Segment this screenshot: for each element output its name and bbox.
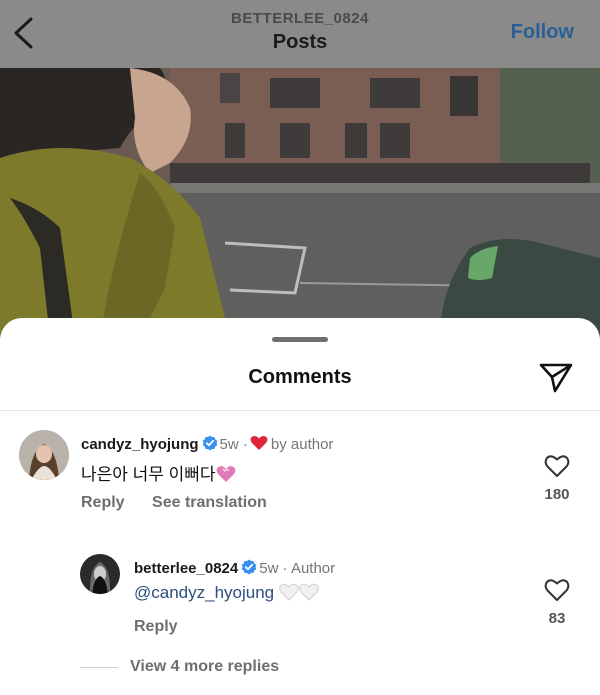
comment-username[interactable]: betterlee_0824 bbox=[134, 560, 238, 577]
white-heart-icon bbox=[279, 583, 299, 601]
liked-by-author-label: by author bbox=[270, 436, 334, 453]
avatar-image bbox=[80, 554, 120, 594]
heart-outline-icon[interactable] bbox=[544, 454, 570, 478]
heart-outline-icon[interactable] bbox=[544, 578, 570, 602]
comments-title: Comments bbox=[248, 366, 352, 388]
comments-sheet: Comments candyz_hyojung 5w · by author 나… bbox=[0, 318, 600, 695]
reply-button[interactable]: Reply bbox=[81, 494, 125, 511]
like-column: 83 bbox=[537, 578, 577, 627]
comment-actions: Reply See translation bbox=[81, 494, 290, 512]
white-heart-icon bbox=[299, 583, 319, 601]
see-translation-button[interactable]: See translation bbox=[152, 494, 267, 511]
comment-username[interactable]: candyz_hyojung bbox=[81, 436, 199, 453]
red-heart-icon bbox=[250, 435, 268, 450]
comment-body: 나은아 너무 이뻐다 bbox=[81, 465, 216, 484]
paper-plane-icon[interactable] bbox=[538, 360, 574, 394]
meta-separator: · bbox=[242, 436, 248, 453]
comment-meta: betterlee_0824 5w · Author bbox=[134, 559, 335, 577]
avatar[interactable] bbox=[19, 430, 69, 480]
view-more-replies-button[interactable]: View 4 more replies bbox=[130, 658, 279, 675]
comment-time: 5w bbox=[219, 436, 239, 453]
comment-time: 5w bbox=[259, 560, 279, 577]
mention-link[interactable]: @candyz_hyojung bbox=[134, 583, 274, 602]
like-column: 180 bbox=[537, 454, 577, 503]
meta-separator: · bbox=[282, 560, 288, 577]
author-label: Author bbox=[290, 560, 336, 577]
comment-text: @candyz_hyojung bbox=[134, 583, 319, 603]
avatar[interactable] bbox=[80, 554, 120, 594]
avatar-image bbox=[19, 430, 69, 480]
divider bbox=[0, 410, 600, 411]
pink-heart-icon bbox=[216, 466, 235, 482]
post-photo[interactable] bbox=[0, 68, 600, 338]
sheet-drag-handle[interactable] bbox=[272, 337, 328, 342]
like-count: 180 bbox=[544, 486, 570, 503]
reply-button[interactable]: Reply bbox=[134, 618, 178, 635]
comment-text: 나은아 너무 이뻐다 bbox=[81, 460, 236, 485]
post-photo-image bbox=[0, 68, 600, 338]
comment-actions: Reply bbox=[134, 618, 201, 636]
follow-button[interactable]: Follow bbox=[511, 21, 574, 44]
more-replies: View 4 more replies bbox=[80, 658, 279, 678]
top-bar: BETTERLEE_0824 Posts Follow bbox=[0, 0, 600, 68]
comment-meta: candyz_hyojung 5w · by author bbox=[81, 435, 333, 453]
like-count: 83 bbox=[548, 610, 566, 627]
verified-badge-icon bbox=[241, 559, 257, 575]
more-replies-line bbox=[80, 666, 118, 668]
verified-badge-icon bbox=[202, 435, 217, 451]
